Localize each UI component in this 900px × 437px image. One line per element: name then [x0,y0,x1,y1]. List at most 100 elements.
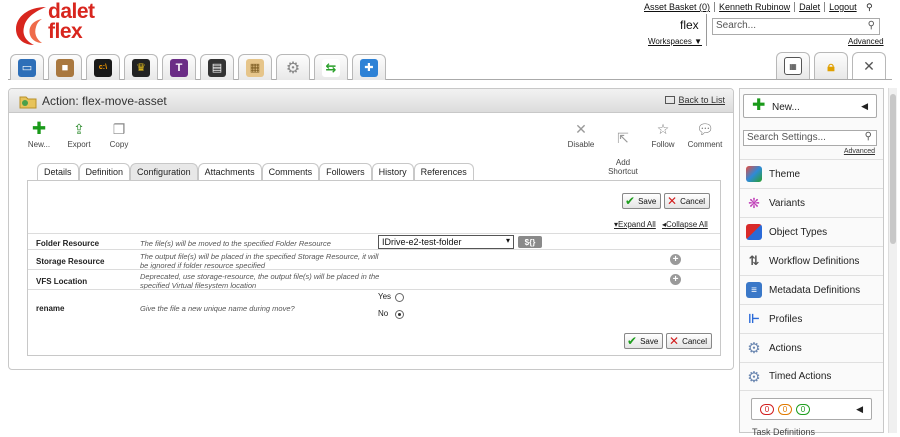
new-settings-label: New... [772,102,800,113]
back-to-list-link[interactable]: Back to List [665,95,725,105]
app-tab-t[interactable]: T [162,54,196,80]
tab-tools[interactable]: ✕ [852,52,886,79]
workflow-icon: ⇆ [322,58,340,77]
sidebar-item-actions[interactable]: ⚙ Actions [740,333,883,362]
app-tab-clapper[interactable]: ▤ [200,54,234,80]
app-tab-puzzle[interactable]: ✚ [352,54,386,80]
sidebar-item-object-types[interactable]: Object Types [740,217,883,246]
trophy-icon: ♛ [132,58,150,77]
sidebar-item-profiles[interactable]: ⊩ Profiles [740,304,883,333]
logo-swirl-icon [16,7,46,45]
expand-all-label: Expand All [618,220,656,229]
tools-icon: ✕ [863,57,875,74]
pin-icon[interactable]: ⚲ [866,2,873,13]
scrollbar-thumb[interactable] [890,94,896,244]
storage-resource-add-icon[interactable]: + [670,254,681,265]
settings-advanced-link[interactable]: Advanced [844,148,875,155]
action-folder-icon [19,96,37,109]
variable-button[interactable]: ${} [518,236,542,248]
tab-calculator[interactable]: ▦ [776,52,810,79]
new-button[interactable]: ✚ New... [17,120,61,149]
status-counts-box[interactable]: 0 0 0 ◀ [751,398,872,420]
save-button-top[interactable]: ✔ Save [622,193,662,209]
tab-references[interactable]: References [413,163,474,181]
sidebar-item-theme[interactable]: Theme [740,159,883,188]
app-tab-window[interactable]: ▭ [10,54,44,80]
vfs-location-row: VFS Location Deprecated, use storage-res… [28,269,720,290]
brand-line-2: flex [48,20,83,43]
rename-no-label: No [378,309,389,318]
app-tab-gear[interactable]: ⚙ [276,54,310,80]
comment-button[interactable]: 💬︎ Comment [683,121,727,149]
triangle-left-icon: ◀ [856,404,863,414]
workspace-name: flex [680,18,699,32]
sidebar-scrollbar[interactable] [888,88,897,433]
dalet-link[interactable]: Dalet [795,2,826,12]
tab-definition[interactable]: Definition [78,163,131,181]
sidebar-item-task-definitions[interactable]: Task Definitions [752,427,815,437]
tab-attachments[interactable]: Attachments [197,163,262,181]
storage-resource-label: Storage Resource [36,257,105,266]
folder-resource-select[interactable]: IDrive-e2-test-folder ▾ [378,235,514,249]
check-icon: ✔ [627,334,638,348]
new-button-label: New... [27,140,51,149]
app-tab-workflow[interactable]: ⇆ [314,54,348,80]
export-button[interactable]: ⇪ Export [57,121,101,149]
tab-followers[interactable]: Followers [319,163,372,181]
user-link[interactable]: Kenneth Rubinow [715,2,796,12]
add-shortcut-button[interactable]: ⇱ Add Shortcut [601,121,645,176]
cancel-label-bottom: Cancel [682,336,707,346]
sidebar-item-metadata-definitions[interactable]: ≡ Metadata Definitions [740,275,883,304]
settings-search-placeholder: Search Settings... [747,132,826,143]
save-button-bottom[interactable]: ✔ Save [624,333,664,349]
sidebar-item-workflow-definitions[interactable]: ⇅ Workflow Definitions [740,246,883,275]
sidebar-item-label: Timed Actions [769,371,832,382]
variants-icon: ❋ [748,194,760,211]
expand-all-link[interactable]: ▾Expand All [614,220,656,229]
app-tab-terminal[interactable]: c:\ [86,54,120,80]
tab-history[interactable]: History [371,163,414,181]
disable-button[interactable]: ✕ Disable [559,121,603,149]
collapse-all-link[interactable]: ◂Collapse All [662,220,708,229]
theme-icon [746,166,762,182]
header-divider [706,14,707,46]
workspaces-dropdown[interactable]: Workspaces ▼ [648,37,702,46]
logout-link[interactable]: Logout [825,2,861,12]
follow-button[interactable]: ☆ Follow [641,121,685,149]
global-search-input[interactable]: Search... ⚲ [712,18,880,35]
tab-details[interactable]: Details [37,163,79,181]
cancel-button-bottom[interactable]: ✕ Cancel [666,333,712,349]
search-icon[interactable]: ⚲ [865,131,872,142]
cancel-button-top[interactable]: ✕ Cancel [664,193,710,209]
object-types-icon [746,224,762,240]
search-icon[interactable]: ⚲ [868,20,875,31]
tab-lock[interactable]: 🔒︎ [814,52,848,79]
asset-basket-link[interactable]: Asset Basket (0) [640,2,716,12]
error-count-badge: 0 [760,404,774,415]
rename-yes-label: Yes [378,292,392,301]
sidebar-item-variants[interactable]: ❋ Variants [740,188,883,217]
cancel-label-top: Cancel [680,196,705,206]
new-settings-button[interactable]: ✚ New... ◀ [743,94,877,118]
rename-row: rename Give the file a new unique name d… [28,289,720,325]
save-label-top: Save [638,196,657,206]
plus-icon: ✚ [752,97,766,114]
top-links: Asset Basket (0) Kenneth Rubinow Dalet L… [640,2,861,12]
app-tab-box[interactable]: ■ [48,54,82,80]
clapper-icon: ▤ [208,58,226,77]
settings-search-input[interactable]: Search Settings... ⚲ [743,130,877,146]
settings-sidebar: ✚ New... ◀ Search Settings... ⚲ Advanced… [739,88,884,437]
rename-yes-radio[interactable] [395,293,404,302]
sidebar-item-timed-actions[interactable]: ⚙ Timed Actions [740,362,883,391]
rename-no-radio[interactable] [395,310,404,319]
app-tab-clipboard[interactable]: ▦ [238,54,272,80]
advanced-search-link[interactable]: Advanced [848,37,884,46]
vfs-location-add-icon[interactable]: + [670,274,681,285]
tab-configuration[interactable]: Configuration [130,163,198,181]
app-tab-trophy[interactable]: ♛ [124,54,158,80]
copy-button[interactable]: ❐ Copy [97,121,141,149]
sidebar-item-label: Theme [769,168,801,180]
tab-comments[interactable]: Comments [261,163,320,181]
sidebar-item-label: Object Types [769,226,828,238]
global-search-placeholder: Search... [716,20,757,31]
